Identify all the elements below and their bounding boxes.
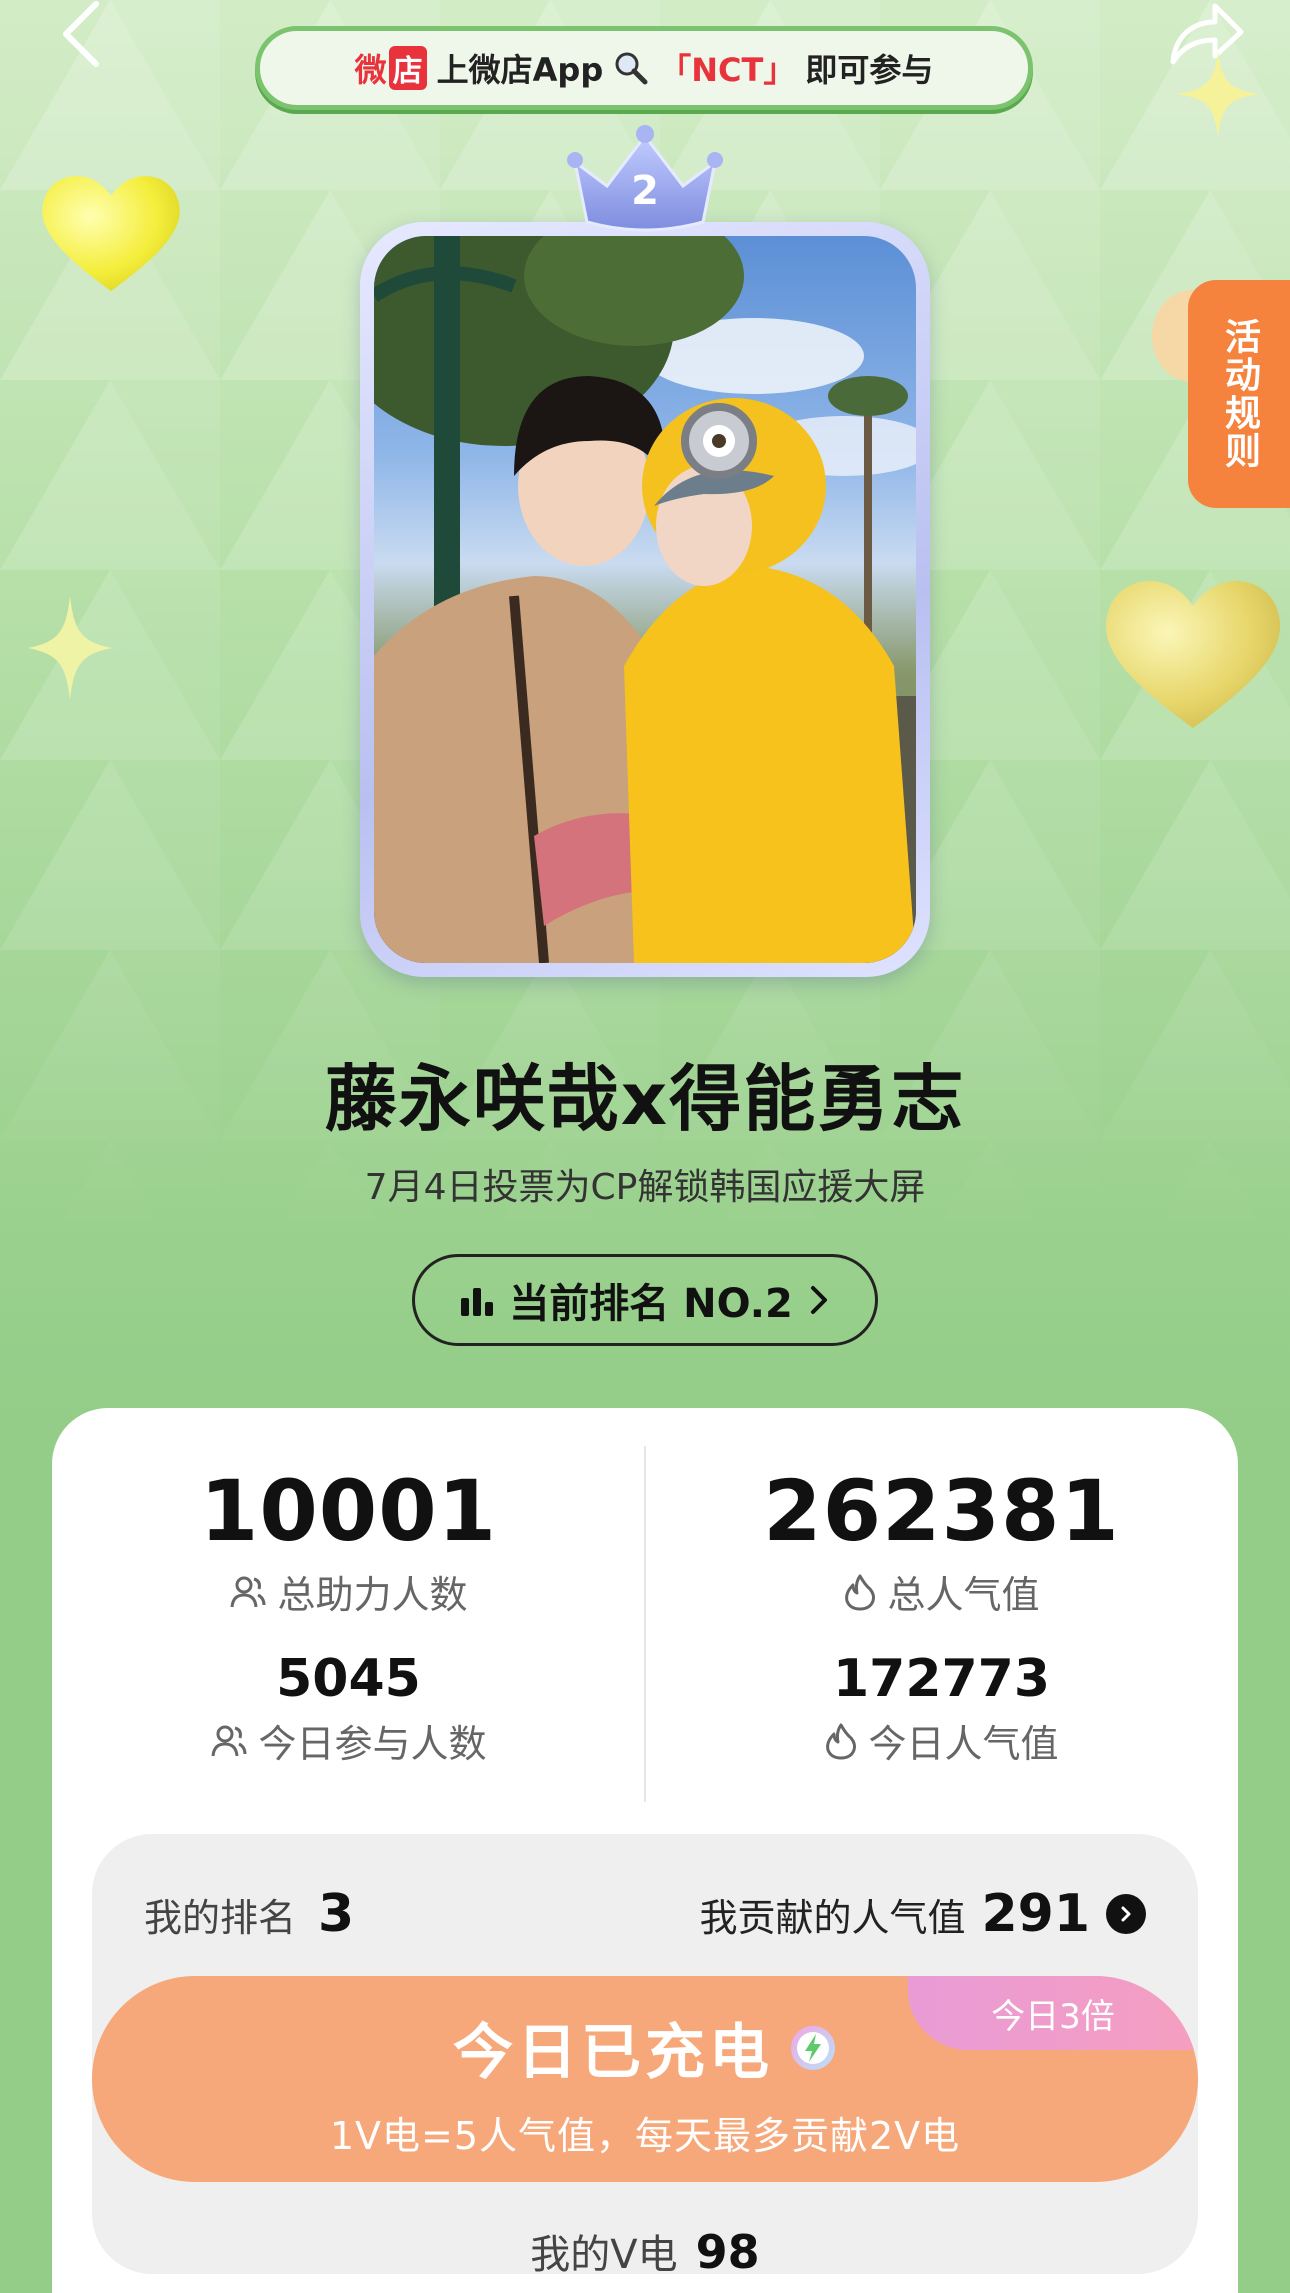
back-icon[interactable] [52,0,112,70]
today-participants-label-row: 今日参与人数 [52,1713,645,1768]
lightning-icon [791,2025,835,2070]
people-icon [211,1725,247,1756]
cp-photo-frame [360,222,930,977]
yellow-heart-icon [42,176,180,291]
my-panel: 我的排名 3 我贡献的人气值 291 今日3倍 今日已充电 1V电=5人气值，每… [92,1834,1198,2279]
current-rank-button[interactable]: 当前排名 NO.2 [412,1254,878,1346]
chevron-right-icon [810,1286,827,1314]
my-v-electricity: 我的V电 98 [92,2222,1198,2280]
cp-title: 藤永咲哉x得能勇志 [324,1057,966,1141]
banner-suffix: 即可参与 [805,51,934,89]
sparkle-icon [28,596,112,700]
banner-prefix: 上微店App [436,51,604,89]
today-popularity-label: 今日人气值 [868,1722,1059,1766]
logo-text: 微 [354,51,387,89]
my-rank-value: 3 [318,1884,355,1944]
charge-button[interactable]: 今日3倍 今日已充电 1V电=5人气值，每天最多贡献2V电 [92,1976,1198,2182]
search-banner[interactable]: 微 店 上微店App 「NCT」 即可参与 [255,26,1033,110]
total-supporters-label: 总助力人数 [277,1573,468,1617]
my-rank: 我的排名 3 [144,1884,354,1944]
cp-photo-illustration [374,236,916,963]
total-popularity-value: 262381 [763,1462,1120,1560]
crown-rank-number: 2 [631,168,659,214]
total-supporters-value: 10001 [199,1462,498,1560]
stats-card: 10001 总助力人数 5045 今日参与人数 262381 总人气值 1727… [52,1408,1238,2293]
search-icon [615,52,648,85]
total-popularity-label-row: 总人气值 [645,1564,1238,1619]
weidian-logo: 微 店 [355,45,427,91]
today-participants-value: 5045 [276,1649,421,1709]
stats-right-column: 262381 总人气值 172773 今日人气值 [645,1408,1238,1768]
arrow-right-icon [1106,1894,1146,1934]
total-popularity-label: 总人气值 [887,1573,1040,1617]
today-popularity-value: 172773 [832,1649,1051,1709]
activity-rules-tab[interactable]: 活动规则 [1188,280,1290,508]
bar-chart-icon [461,1288,494,1316]
my-contribution-label: 我贡献的人气值 [699,1895,966,1940]
my-rank-label: 我的排名 [144,1896,297,1940]
my-v-value: 98 [695,2225,760,2279]
my-v-label: 我的V电 [530,2232,678,2278]
flame-icon [826,1723,857,1759]
sparkle-icon [1176,52,1260,136]
triple-bonus-badge: 今日3倍 [908,1976,1198,2050]
people-icon [230,1576,266,1607]
logo-box: 店 [388,46,427,90]
stats-left-column: 10001 总助力人数 5045 今日参与人数 [52,1408,645,1768]
charge-subtitle: 1V电=5人气值，每天最多贡献2V电 [329,2114,961,2158]
today-popularity-label-row: 今日人气值 [645,1713,1238,1768]
flame-icon [845,1574,876,1610]
cp-subtitle: 7月4日投票为CP解锁韩国应援大屏 [364,1167,926,1208]
charge-title: 今日已充电 [453,2018,773,2088]
cp-photo [374,236,916,963]
gold-heart-icon [1105,581,1281,728]
my-contribution-value: 291 [981,1884,1090,1944]
my-contribution-link[interactable]: 我贡献的人气值 291 [699,1884,1146,1944]
today-participants-label: 今日参与人数 [258,1722,487,1766]
current-rank-label: 当前排名 NO.2 [509,1281,793,1327]
page: 微 店 上微店App 「NCT」 即可参与 活动规则 2 藤永咲哉x得能勇志 7… [0,0,1290,2293]
banner-keyword: 「NCT」 [659,51,796,89]
total-supporters-label-row: 总助力人数 [52,1564,645,1619]
